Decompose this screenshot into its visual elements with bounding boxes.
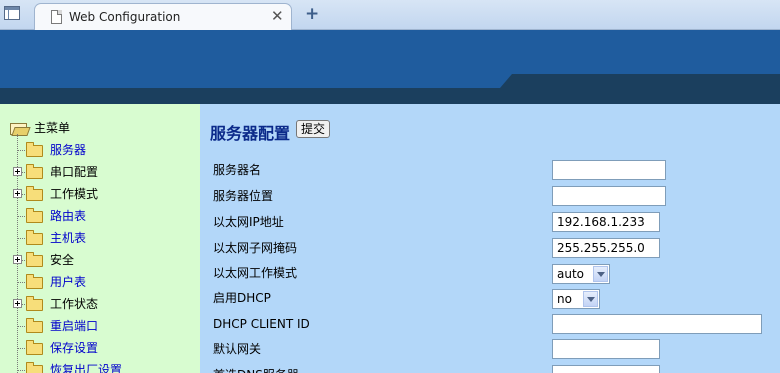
page-title: 服务器配置 [210, 124, 291, 143]
sidebar-item[interactable]: 恢复出厂设置 [0, 360, 200, 373]
field-label: 服务器位置 [213, 189, 274, 203]
select-value: no [557, 292, 572, 306]
sidebar-item[interactable]: 安全 [0, 250, 200, 270]
tree-connector [17, 326, 25, 327]
sidebar-item[interactable]: 重启端口 [0, 316, 200, 336]
sidebar-item[interactable]: 工作状态 [0, 294, 200, 314]
menu-root-label: 主菜单 [34, 121, 71, 135]
tree-connector [17, 370, 25, 371]
browser-tab-strip: Web Configuration ✕ + [0, 0, 780, 30]
folder-icon [26, 230, 43, 245]
tree-connector [17, 216, 25, 217]
chevron-down-icon[interactable] [583, 291, 598, 307]
field-input[interactable] [552, 365, 660, 373]
field-label: 以太网子网掩码 [213, 241, 298, 255]
field-select[interactable]: auto [552, 264, 610, 284]
field-label: 以太网IP地址 [213, 215, 284, 229]
field-select[interactable]: no [552, 289, 600, 309]
field-label: 服务器名 [213, 163, 262, 177]
field-input[interactable] [552, 238, 660, 258]
sidebar-item-label: 安全 [50, 253, 75, 267]
field-label: DHCP CLIENT ID [213, 317, 310, 331]
sidebar-item-label: 串口配置 [50, 165, 99, 179]
folder-icon [26, 318, 43, 333]
chevron-down-icon[interactable] [593, 266, 608, 282]
field-input[interactable] [552, 186, 666, 206]
folder-icon [26, 340, 43, 355]
select-value: auto [557, 267, 585, 281]
page-icon [51, 10, 62, 24]
sidebar-item[interactable]: 串口配置 [0, 162, 200, 182]
sidebar-menu: 主菜单 服务器串口配置工作模式路由表主机表安全用户表工作状态重启端口保存设置恢复… [0, 104, 200, 373]
close-tab-icon[interactable]: ✕ [271, 7, 284, 25]
sidebar-item-label: 保存设置 [50, 341, 99, 355]
expand-icon[interactable] [13, 299, 22, 308]
expand-icon[interactable] [13, 167, 22, 176]
browser-tab[interactable]: Web Configuration ✕ [34, 3, 292, 30]
folder-icon [26, 142, 43, 157]
submit-button[interactable]: 提交 [296, 120, 331, 138]
tree-connector [17, 348, 25, 349]
field-label: 默认网关 [213, 342, 262, 356]
field-label: 以太网工作模式 [213, 266, 298, 280]
sidebar-item[interactable]: 工作模式 [0, 184, 200, 204]
sidebar-item-label: 工作模式 [50, 187, 99, 201]
expand-icon[interactable] [13, 189, 22, 198]
folder-icon [26, 296, 43, 311]
folder-icon [26, 362, 43, 373]
sidebar-item-label: 重启端口 [50, 319, 99, 333]
banner-decoration [0, 74, 780, 88]
sidebar-item-label: 恢复出厂设置 [50, 363, 123, 373]
field-input[interactable] [552, 314, 762, 334]
field-label: 首选DNS服务器 [213, 366, 299, 373]
open-folder-icon [10, 123, 27, 135]
field-input[interactable] [552, 212, 660, 232]
main-content: 服务器配置 提交 服务器名服务器位置以太网IP地址以太网子网掩码以太网工作模式 a… [200, 104, 780, 373]
tree-connector [17, 238, 25, 239]
sidebar-item-label: 主机表 [50, 231, 87, 245]
sidebar-item[interactable]: 主机表 [0, 228, 200, 248]
sidebar-item[interactable]: 服务器 [0, 140, 200, 160]
sidebar-item-label: 服务器 [50, 143, 87, 157]
tree-connector [17, 282, 25, 283]
sidebar-item[interactable]: 用户表 [0, 272, 200, 292]
expand-icon[interactable] [13, 255, 22, 264]
sidebar-item[interactable]: 保存设置 [0, 338, 200, 358]
sidebar-item[interactable]: 路由表 [0, 206, 200, 226]
sidebar-item-label: 用户表 [50, 275, 87, 289]
tree-connector [17, 150, 25, 151]
tab-title: Web Configuration [69, 10, 181, 24]
folder-icon [26, 208, 43, 223]
window-icon[interactable] [4, 6, 20, 20]
folder-icon [26, 164, 43, 179]
folder-icon [26, 186, 43, 201]
field-input[interactable] [552, 160, 666, 180]
sidebar-item-label: 工作状态 [50, 297, 99, 311]
new-tab-icon[interactable]: + [305, 4, 319, 24]
header-banner [0, 30, 780, 104]
field-input[interactable] [552, 339, 660, 359]
field-label: 启用DHCP [213, 291, 271, 305]
folder-icon [26, 252, 43, 267]
banner-band [0, 88, 780, 104]
folder-icon [26, 274, 43, 289]
sidebar-item-label: 路由表 [50, 209, 87, 223]
